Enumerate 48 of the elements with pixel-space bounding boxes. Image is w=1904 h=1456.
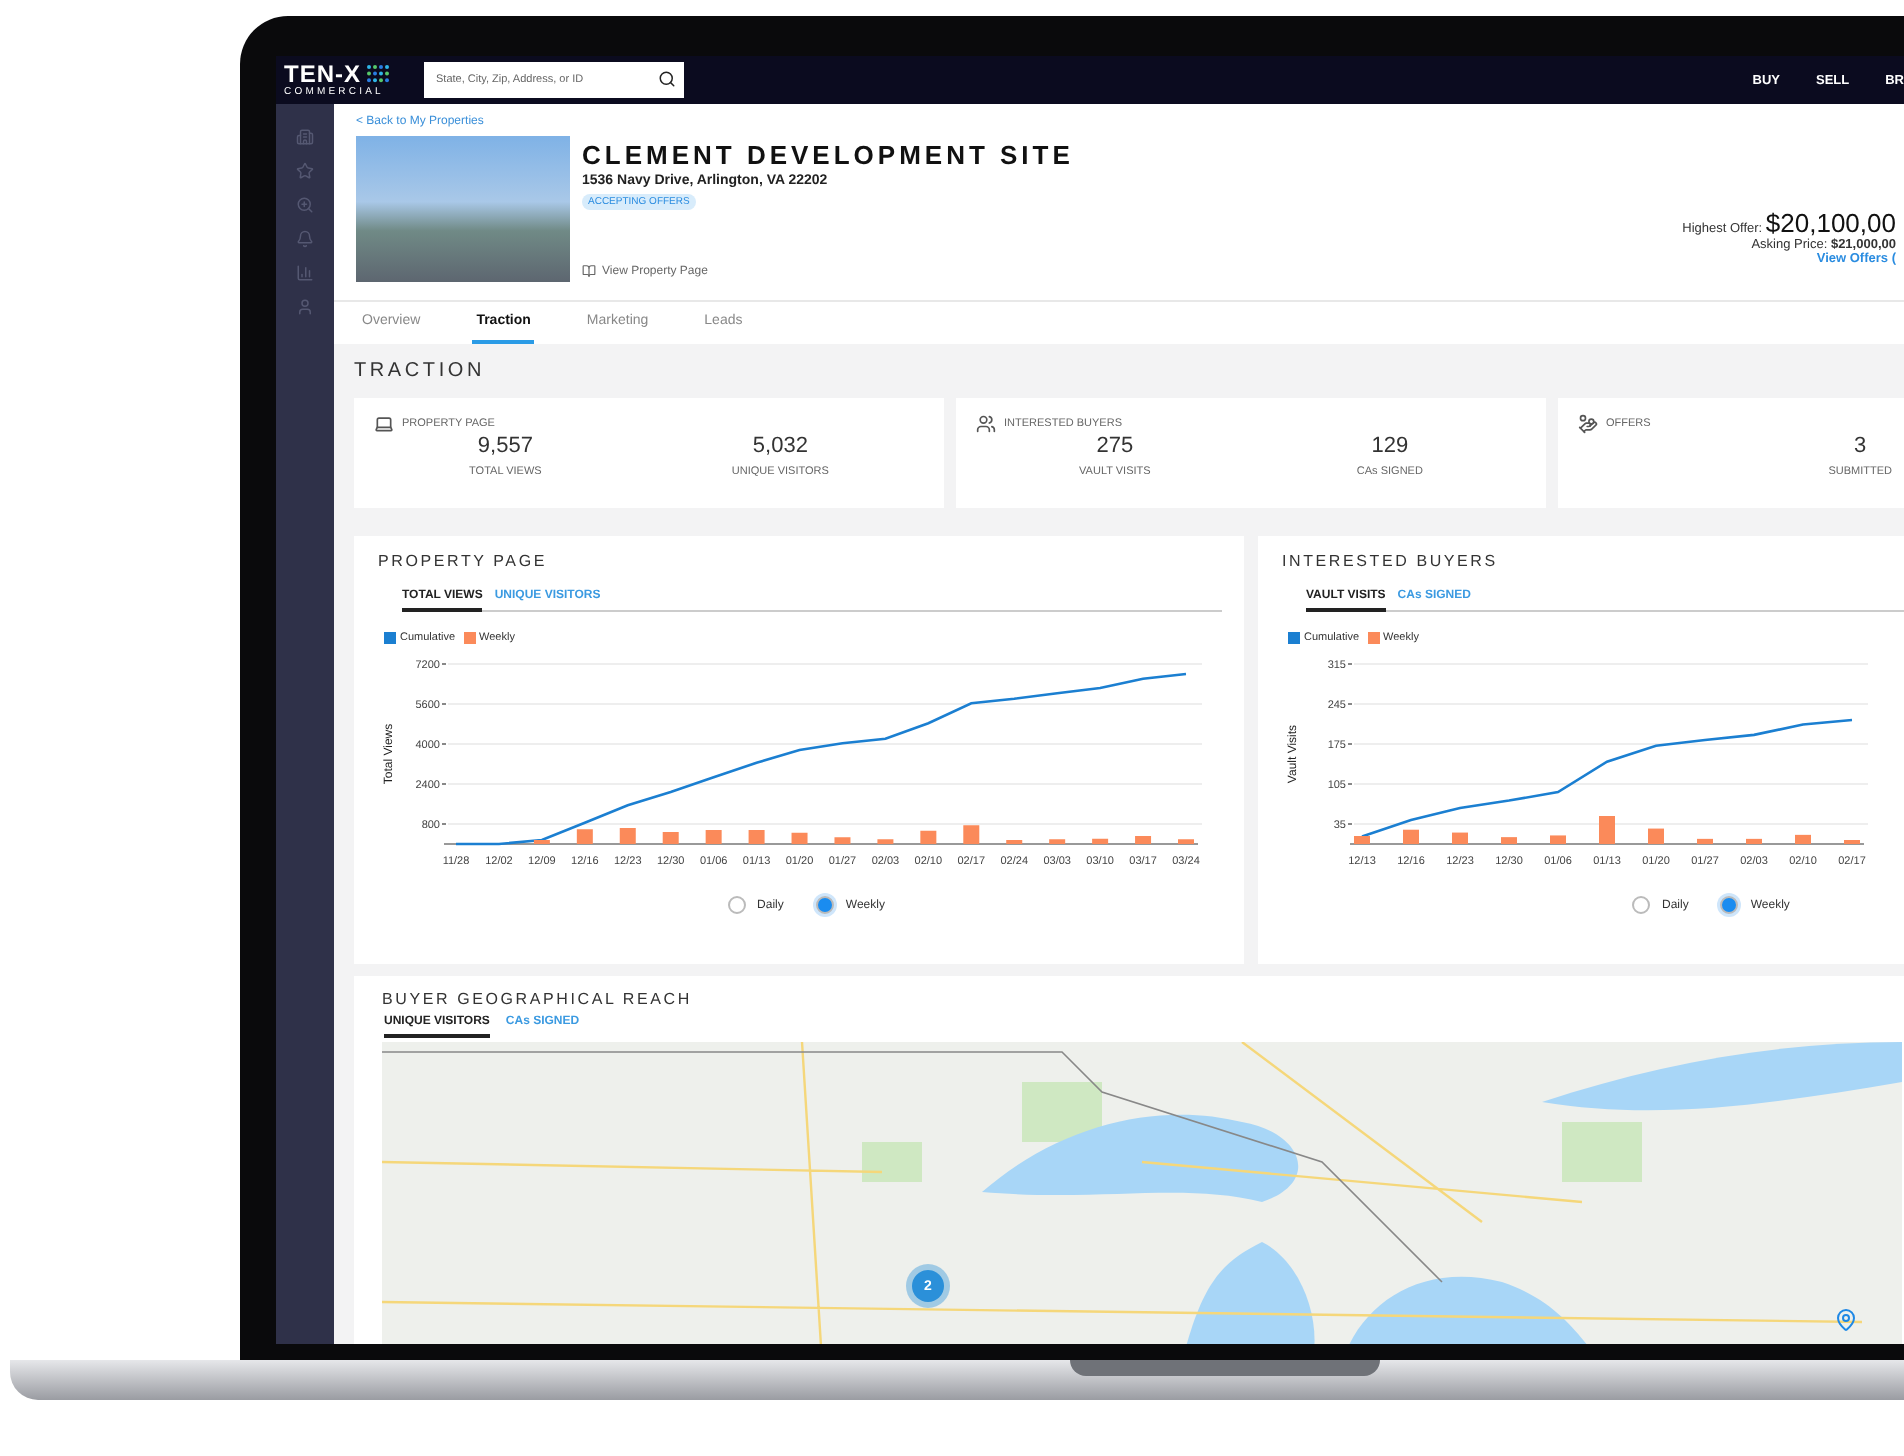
bell-icon[interactable] <box>296 230 314 248</box>
weekly-bar <box>576 829 593 844</box>
weekly-bar <box>1795 834 1811 844</box>
card-title: INTERESTED BUYERS <box>1282 552 1500 570</box>
section-title: TRACTION <box>354 360 488 382</box>
weekly-bar <box>1049 839 1066 844</box>
weekly-bar <box>963 825 980 844</box>
laptop-icon <box>374 414 394 434</box>
building-icon[interactable] <box>296 128 314 146</box>
book-icon <box>582 264 596 278</box>
weekly-bar <box>748 830 765 844</box>
card-title: PROPERTY PAGE <box>378 552 549 570</box>
weekly-bar <box>1403 829 1419 844</box>
star-icon[interactable] <box>296 162 314 180</box>
hand-coin-icon <box>1578 414 1598 434</box>
weekly-bar <box>920 830 937 844</box>
chart-icon[interactable] <box>296 264 314 282</box>
weekly-bar <box>1354 836 1370 844</box>
stat-value: 3 <box>1854 434 1867 458</box>
people-icon <box>976 414 996 434</box>
stat-value: 9,557 <box>477 434 533 458</box>
zoom-icon[interactable] <box>296 196 314 214</box>
weekly-bar <box>1697 838 1713 844</box>
weekly-bar <box>1135 836 1152 844</box>
weekly-bar <box>877 839 894 844</box>
weekly-bar <box>791 832 808 844</box>
search-icon[interactable] <box>658 70 676 88</box>
weekly-bar <box>1746 838 1762 844</box>
stat-value: 129 <box>1371 434 1409 458</box>
property-title: CLEMENT DEVELOPMENT SITE <box>582 140 1074 170</box>
stat-value: 275 <box>1096 434 1134 458</box>
weekly-bar <box>1092 838 1109 844</box>
weekly-bar <box>619 828 636 844</box>
logo: TEN-X <box>284 61 389 85</box>
map-pin-icon[interactable] <box>1834 1308 1858 1332</box>
weekly-bar <box>662 832 679 844</box>
weekly-bar <box>705 830 722 844</box>
weekly-bar <box>1599 816 1615 844</box>
weekly-bar <box>1178 839 1194 844</box>
stat-value: 5,032 <box>752 434 808 458</box>
weekly-bar <box>1452 832 1468 844</box>
weekly-bar <box>1501 837 1517 844</box>
user-icon[interactable] <box>296 298 314 316</box>
weekly-bar <box>834 837 851 844</box>
weekly-bar <box>1550 835 1566 844</box>
card-title: BUYER GEOGRAPHICAL REACH <box>382 990 694 1008</box>
dot-grid-icon <box>365 63 389 83</box>
weekly-bar <box>1648 828 1664 844</box>
